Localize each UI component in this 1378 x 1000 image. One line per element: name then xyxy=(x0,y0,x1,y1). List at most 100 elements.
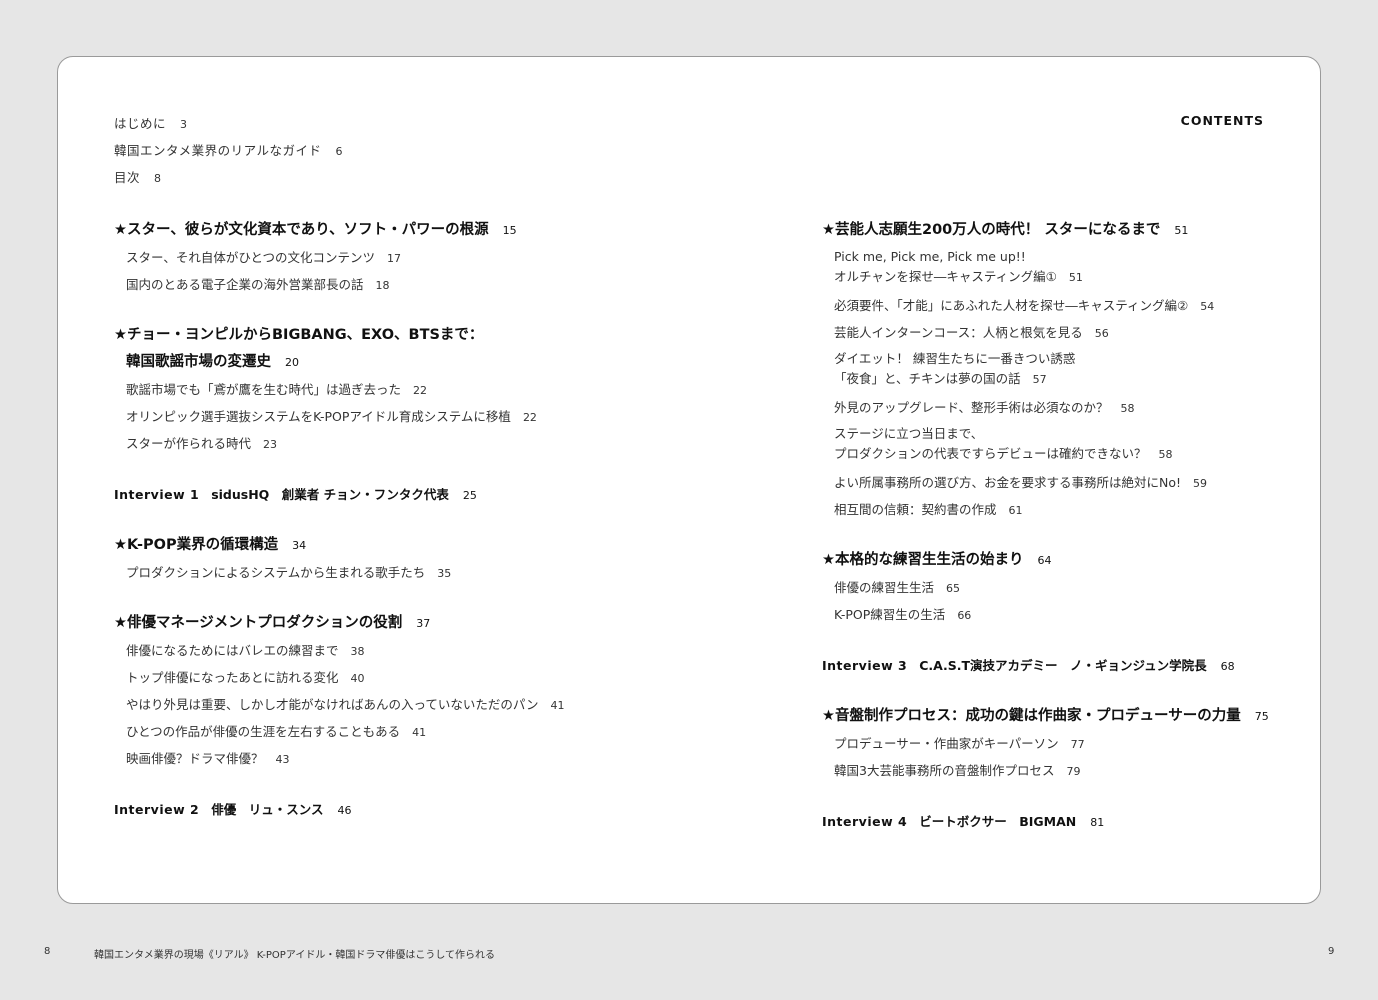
toc-section: ★K-POP業界の循環構造 34 プロダクションによるシステムから生まれる歌手たち 3… xyxy=(114,532,565,586)
toc-item: よい所属事務所の選び方、お金を要求する事務所は絶対にNo! 59 xyxy=(822,469,1269,496)
section-heading-line: ★チョー・ヨンピルからBIGBANG、EXO、BTSまで： xyxy=(114,327,484,343)
toc-item: 韓国3大芸能事務所の音盤制作プロセス 79 xyxy=(822,757,1269,784)
front-matter-item: 韓国エンタメ業界のリアルなガイド 6 xyxy=(114,143,344,158)
toc-item: プロダクションによるシステムから生まれる歌手たち 35 xyxy=(114,559,565,586)
toc-section: ★音盤制作プロセス：成功の鍵は作曲家・プロデューサーの力量 75 プロデューサー・作… xyxy=(822,703,1269,784)
interview-page-number: 81 xyxy=(1090,816,1105,829)
interview-title: sidusHQ 創業者 チョン・フンタク代表 xyxy=(211,487,449,502)
interview-page-number: 46 xyxy=(337,804,352,817)
section-heading: ★K-POP業界の循環構造 34 xyxy=(114,532,565,559)
toc-item-page-number: 54 xyxy=(1200,300,1215,313)
toc-column-right: ★芸能人志願生200万人の時代！ スターになるまで 51 Pick me, Pick… xyxy=(822,217,1269,859)
toc-section: ★芸能人志願生200万人の時代！ スターになるまで 51 Pick me, Pick… xyxy=(822,217,1269,523)
toc-item-text: 歌謡市場でも「鳶が鷹を生む時代」は過ぎ去った xyxy=(126,382,402,397)
page-sheet: はじめに 3 韓国エンタメ業界のリアルなガイド 6 目次 8 CONTENTS ★スタ… xyxy=(57,56,1321,904)
toc-item-text: ステージに立つ当日まで、 xyxy=(834,426,984,441)
interview-label: Interview 1 xyxy=(114,487,200,502)
contents-heading: CONTENTS xyxy=(1180,113,1264,128)
interview-entry: Interview 3 C.A.S.T演技アカデミー ノ・ギョンジュン学院長 68 xyxy=(822,652,1269,679)
toc-item-page-number: 22 xyxy=(522,411,537,424)
toc-item-text: スターが作られる時代 xyxy=(126,436,252,451)
toc-item: ひとつの作品が俳優の生涯を左右することもある 41 xyxy=(114,718,565,745)
toc-item-page-number: 58 xyxy=(1120,402,1135,415)
toc-item-page-number: 65 xyxy=(946,582,961,595)
section-page-number: 51 xyxy=(1174,224,1189,237)
interview-title: 俳優 リュ・スンス xyxy=(211,802,324,817)
toc-item: トップ俳優になったあとに訪れる変化 40 xyxy=(114,664,565,691)
toc-item-page-number: 56 xyxy=(1094,327,1109,340)
toc-item: K-POP練習生の生活 66 xyxy=(822,601,1269,628)
toc-item-text: 外見のアップグレード、整形手術は必須なのか？ xyxy=(834,400,1109,415)
interview-label: Interview 4 xyxy=(822,814,908,829)
toc-item-text: トップ俳優になったあとに訪れる変化 xyxy=(126,670,339,685)
toc-item-page-number: 23 xyxy=(263,438,278,451)
toc-item-text: 相互間の信頼：契約書の作成 xyxy=(834,502,997,517)
interview-entry: Interview 4 ビートボクサー BIGMAN 81 xyxy=(822,808,1269,835)
toc-item-page-number: 66 xyxy=(957,609,972,622)
section-heading: ★チョー・ヨンピルからBIGBANG、EXO、BTSまで： 韓国歌謡市場の変遷史 2… xyxy=(114,322,565,376)
interview-label: Interview 2 xyxy=(114,802,200,817)
toc-item-text: 俳優になるためにはバレエの練習まで xyxy=(126,643,339,658)
toc-item-page-number: 51 xyxy=(1068,271,1083,284)
toc-item-page-number: 17 xyxy=(387,252,402,265)
toc-item-page-number: 41 xyxy=(412,726,427,739)
toc-item: ステージに立つ当日まで、プロダクションの代表ですらデビューは確約できない？ 58 xyxy=(822,421,1269,469)
toc-item-page-number: 61 xyxy=(1008,504,1023,517)
section-page-number: 34 xyxy=(292,539,307,552)
toc-item-text: ひとつの作品が俳優の生涯を左右することもある xyxy=(126,724,401,739)
interview-entry: Interview 1 sidusHQ 創業者 チョン・フンタク代表 25 xyxy=(114,481,565,508)
toc-item-page-number: 59 xyxy=(1193,477,1208,490)
toc-item-page-number: 77 xyxy=(1070,738,1085,751)
toc-item-text: やはり外見は重要、しかし才能がなければあんの入っていないただのパン xyxy=(126,697,539,712)
page-number-left: 8 xyxy=(44,946,51,957)
toc-item: 俳優の練習生生活 65 xyxy=(822,574,1269,601)
front-matter-item: はじめに 3 xyxy=(114,116,188,131)
toc-section: ★俳優マネージメントプロダクションの役割 37 俳優になるためにはバレエの練習まで 3… xyxy=(114,610,565,772)
toc-item-text: ダイエット！ 練習生たちに一番きつい誘惑 xyxy=(834,351,1076,366)
interview-page-number: 68 xyxy=(1220,660,1235,673)
section-heading-line: ★本格的な練習生生活の始まり xyxy=(822,552,1024,568)
toc-item-page-number: 58 xyxy=(1158,448,1173,461)
toc-item: 必須要件、「才能」にあふれた人材を探せ―キャスティング編② 54 xyxy=(822,292,1269,319)
toc-section: ★スター、彼らが文化資本であり、ソフト・パワーの根源 15 スター、それ自体がひとつ… xyxy=(114,217,565,298)
section-heading-line: ★俳優マネージメントプロダクションの役割 xyxy=(114,615,403,631)
toc-section: ★チョー・ヨンピルからBIGBANG、EXO、BTSまで： 韓国歌謡市場の変遷史 2… xyxy=(114,322,565,457)
toc-item-text: オルチャンを探せ―キャスティング編① xyxy=(834,269,1057,284)
toc-item-text: 映画俳優？ドラマ俳優？ xyxy=(126,751,264,766)
section-heading: ★スター、彼らが文化資本であり、ソフト・パワーの根源 15 xyxy=(114,217,565,244)
toc-item: ダイエット！ 練習生たちに一番きつい誘惑 「夜食」と、チキンは夢の国の話 57 xyxy=(822,346,1269,394)
toc-item-text: Pick me, Pick me, Pick me up!! xyxy=(834,249,1026,264)
section-heading-line: ★K-POP業界の循環構造 xyxy=(114,537,279,553)
toc-item-page-number: 40 xyxy=(350,672,365,685)
section-heading: ★音盤制作プロセス：成功の鍵は作曲家・プロデューサーの力量 75 xyxy=(822,703,1269,730)
section-heading-line: ★芸能人志願生200万人の時代！ スターになるまで xyxy=(822,222,1161,238)
interview-entry: Interview 2 俳優 リュ・スンス 46 xyxy=(114,796,565,823)
interview-page-number: 25 xyxy=(462,489,477,502)
toc-item-text: 芸能人インターンコース：人柄と根気を見る xyxy=(834,325,1083,340)
toc-item-page-number: 43 xyxy=(275,753,290,766)
interview-title: ビートボクサー BIGMAN xyxy=(919,814,1077,829)
toc-item-text: オリンピック選手選抜システムをK-POPアイドル育成システムに移植 xyxy=(126,409,511,424)
toc-item-text: プロダクションの代表ですらデビューは確約できない？ xyxy=(834,446,1147,461)
toc-item: 映画俳優？ドラマ俳優？ 43 xyxy=(114,745,565,772)
toc-item: オリンピック選手選抜システムをK-POPアイドル育成システムに移植 22 xyxy=(114,403,565,430)
toc-item-text: 韓国3大芸能事務所の音盤制作プロセス xyxy=(834,763,1055,778)
toc-item-text: プロデューサー・作曲家がキーパーソン xyxy=(834,736,1059,751)
toc-column-left: ★スター、彼らが文化資本であり、ソフト・パワーの根源 15 スター、それ自体がひとつ… xyxy=(114,217,565,847)
toc-item: 国内のとある電子企業の海外営業部長の話 18 xyxy=(114,271,565,298)
toc-item-text: スター、それ自体がひとつの文化コンテンツ xyxy=(126,250,376,265)
interview-label: Interview 3 xyxy=(822,658,908,673)
section-heading: ★芸能人志願生200万人の時代！ スターになるまで 51 xyxy=(822,217,1269,244)
section-heading: ★俳優マネージメントプロダクションの役割 37 xyxy=(114,610,565,637)
section-page-number: 20 xyxy=(285,356,299,369)
toc-item: 歌謡市場でも「鳶が鷹を生む時代」は過ぎ去った 22 xyxy=(114,376,565,403)
toc-item-text: K-POP練習生の生活 xyxy=(834,607,946,622)
toc-section: ★本格的な練習生生活の始まり 64 俳優の練習生生活 65 K-POP練習生の生活 66 xyxy=(822,547,1269,628)
front-matter-item: 目次 8 xyxy=(114,170,162,185)
toc-item-page-number: 41 xyxy=(550,699,565,712)
section-heading: ★本格的な練習生生活の始まり 64 xyxy=(822,547,1269,574)
section-page-number: 64 xyxy=(1037,554,1052,567)
toc-item: やはり外見は重要、しかし才能がなければあんの入っていないただのパン 41 xyxy=(114,691,565,718)
toc-item-text: 俳優の練習生生活 xyxy=(834,580,935,595)
interview-title: C.A.S.T演技アカデミー ノ・ギョンジュン学院長 xyxy=(919,658,1207,673)
